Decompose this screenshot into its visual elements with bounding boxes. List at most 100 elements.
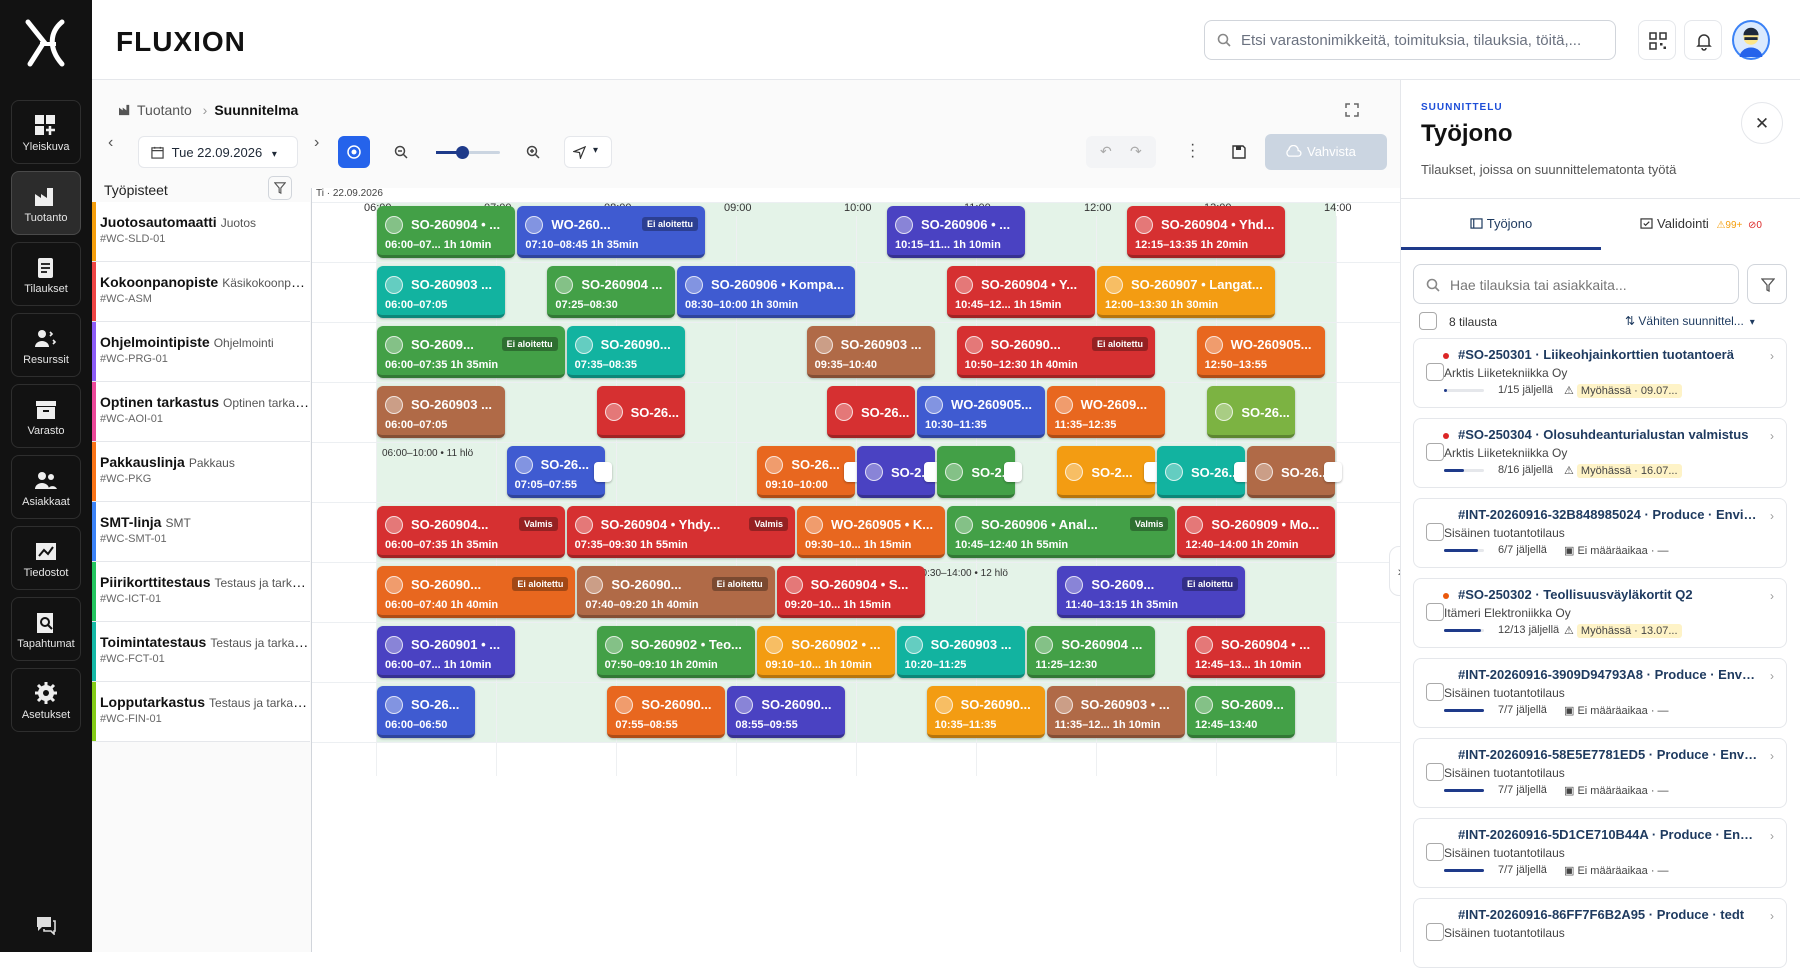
today-button[interactable] xyxy=(338,136,370,168)
order-checkbox[interactable] xyxy=(1426,923,1444,941)
global-search-input[interactable]: Etsi varastonimikkeitä, toimituksia, til… xyxy=(1204,20,1616,60)
schedule-block[interactable]: SO-260903 ... 06:00–07:05 xyxy=(377,386,505,438)
schedule-block[interactable]: SO-260904 • ... 12:45–13... 1h 10min xyxy=(1187,626,1326,678)
schedule-block[interactable]: SO-260904 • Y... 10:45–12... 1h 15min xyxy=(947,266,1095,318)
nav-item-yleiskuva[interactable]: Yleiskuva xyxy=(11,100,81,164)
order-checkbox[interactable] xyxy=(1426,363,1444,381)
schedule-block[interactable]: SO-260904 • ... 06:00–07... 1h 10min xyxy=(377,206,516,258)
schedule-block[interactable]: SO-260902 • Teo... 07:50–09:10 1h 20min xyxy=(596,626,756,678)
queue-filter-button[interactable] xyxy=(1747,264,1787,304)
schedule-block[interactable]: SO-26... 09:10–10:00 xyxy=(757,446,855,498)
schedule-block[interactable]: SO-26... 07:05–07:55 xyxy=(506,446,606,498)
schedule-block[interactable]: WO-260905... 10:30–11:35 xyxy=(917,386,1045,438)
confirm-button[interactable]: Vahvista xyxy=(1265,134,1387,170)
fullscreen-icon[interactable] xyxy=(1344,102,1360,118)
schedule-block[interactable]: SO-260902 • ... 09:10–10... 1h 10min xyxy=(757,626,895,678)
schedule-block[interactable]: WO-2609... 11:35–12:35 xyxy=(1046,386,1165,438)
schedule-block[interactable]: SO-260903 ... 06:00–07:05 xyxy=(377,266,505,318)
workcenter-row[interactable]: Optinen tarkastus Optinen tarkast... #WC-A… xyxy=(92,382,310,442)
schedule-block[interactable]: SO-260907 • Langat... 12:00–13:30 1h 30mi… xyxy=(1097,266,1275,318)
breadcrumb-parent[interactable]: Tuotanto xyxy=(137,102,192,118)
schedule-block[interactable]: SO-26... xyxy=(1157,446,1245,498)
schedule-block[interactable]: SO-260904 ... 07:25–08:30 xyxy=(547,266,675,318)
schedule-block[interactable]: SO-260906 • Kompa... 08:30–10:00 1h 30min xyxy=(677,266,855,318)
order-card[interactable]: #SO-250301 · Liikeohjainkorttien tuotant… xyxy=(1413,338,1787,408)
workcenter-filter-button[interactable] xyxy=(268,176,292,200)
schedule-block[interactable]: SO-260904 • Yhd... 12:15–13:35 1h 20min xyxy=(1127,206,1285,258)
order-checkbox[interactable] xyxy=(1426,763,1444,781)
order-card[interactable]: #INT-20260916-3909D94793A8 · Produce · E… xyxy=(1413,658,1787,728)
nav-item-tapahtumat[interactable]: Tapahtumat xyxy=(11,597,81,661)
next-day-button[interactable]: › xyxy=(314,134,319,152)
workcenter-row[interactable]: Piirikorttitestaus Testaus ja tarkas... #W… xyxy=(92,562,310,622)
chevron-right-icon[interactable]: › xyxy=(1770,829,1774,843)
qr-scan-button[interactable] xyxy=(1638,20,1676,60)
schedule-block[interactable]: SO-260904 • Yhdy... 07:35–09:30 1h 55min V… xyxy=(566,506,795,558)
workcenter-row[interactable]: Toimintatestaus Testaus ja tarkas... #WC-F… xyxy=(92,622,310,682)
schedule-block[interactable]: SO-260903 ... 10:20–11:25 xyxy=(896,626,1026,678)
close-panel-button[interactable]: ✕ xyxy=(1741,102,1783,144)
zoom-out-icon[interactable] xyxy=(394,145,408,159)
schedule-block[interactable]: SO-26090... 07:40–09:20 1h 40min Ei aloite… xyxy=(577,566,775,618)
date-picker[interactable]: Tue 22.09.2026 ▾ xyxy=(138,136,298,168)
schedule-block[interactable]: SO-26... xyxy=(596,386,685,438)
chat-icon[interactable] xyxy=(35,915,57,935)
schedule-block[interactable]: SO-2609... 12:45–13:40 xyxy=(1187,686,1296,738)
sort-dropdown[interactable]: ⇅ Vähiten suunnittel... ▾ xyxy=(1625,314,1755,328)
schedule-block[interactable]: SO-26... xyxy=(1247,446,1335,498)
workcenter-row[interactable]: SMT-linja SMT #WC-SMT-01 xyxy=(92,502,310,562)
schedule-block[interactable]: SO-26090... 10:50–12:30 1h 40min Ei aloite… xyxy=(956,326,1155,378)
select-all-checkbox[interactable] xyxy=(1419,312,1437,330)
schedule-block[interactable]: WO-260905 • K... 09:30–10... 1h 15min xyxy=(797,506,945,558)
schedule-block[interactable]: SO-2609... 11:40–13:15 1h 35min Ei aloitet… xyxy=(1057,566,1245,618)
tab-work-queue[interactable]: Työjono xyxy=(1401,198,1601,250)
order-checkbox[interactable] xyxy=(1426,843,1444,861)
workcenter-row[interactable]: Lopputarkastus Testaus ja tarkast... #WC-F… xyxy=(92,682,310,742)
order-card[interactable]: #INT-20260916-32B848985024 · Produce · E… xyxy=(1413,498,1787,568)
queue-search-input[interactable]: Hae tilauksia tai asiakkaita... xyxy=(1413,264,1739,304)
order-checkbox[interactable] xyxy=(1426,443,1444,461)
schedule-grid[interactable]: Ti · 22.09.2026 06:0007:0008:0009:0010:0… xyxy=(311,188,1401,952)
schedule-block[interactable]: SO-260909 • Mo... 12:40–14:00 1h 20min xyxy=(1177,506,1335,558)
more-options-icon[interactable]: · · · xyxy=(1190,137,1195,165)
tab-validation[interactable]: Validointi ⚠99+ ⊘0 xyxy=(1601,198,1800,250)
save-icon[interactable] xyxy=(1232,145,1246,159)
chevron-right-icon[interactable]: › xyxy=(1770,429,1774,443)
zoom-in-icon[interactable] xyxy=(526,145,540,159)
prev-day-button[interactable]: ‹ xyxy=(108,134,113,152)
chevron-right-icon[interactable]: › xyxy=(1770,589,1774,603)
zoom-slider-thumb[interactable] xyxy=(455,146,469,159)
schedule-block[interactable]: SO-26090... 06:00–07:40 1h 40min Ei aloite… xyxy=(377,566,576,618)
zoom-slider[interactable] xyxy=(436,146,500,159)
schedule-block[interactable]: SO-26... xyxy=(827,386,915,438)
workcenter-row[interactable]: Kokoonpanopiste Käsikokoonpano #WC-ASM xyxy=(92,262,310,322)
workcenter-row[interactable]: Juotosautomaatti Juotos #WC-SLD-01 xyxy=(92,202,310,262)
schedule-block[interactable]: SO-260906 • ... 10:15–11... 1h 10min xyxy=(887,206,1026,258)
schedule-block[interactable]: SO-260904 • S... 09:20–10... 1h 15min xyxy=(776,566,925,618)
nav-item-varasto[interactable]: Varasto xyxy=(11,384,81,448)
schedule-block[interactable]: SO-26090... 10:35–11:35 xyxy=(926,686,1045,738)
schedule-block[interactable]: SO-26090... 08:55–09:55 xyxy=(727,686,846,738)
order-checkbox[interactable] xyxy=(1426,603,1444,621)
undo-icon[interactable]: ↶ xyxy=(1100,143,1112,160)
order-card[interactable]: #SO-250302 · Teollisuusväyläkortit Q2 Itä… xyxy=(1413,578,1787,648)
schedule-block[interactable]: WO-260905... 12:50–13:55 xyxy=(1196,326,1326,378)
schedule-block[interactable]: SO-260904... 06:00–07:35 1h 35min Valmis xyxy=(377,506,565,558)
nav-item-tiedostot[interactable]: Tiedostot xyxy=(11,526,81,590)
workcenter-row[interactable]: Ohjelmointipiste Ohjelmointi #WC-PRG-01 xyxy=(92,322,310,382)
order-card[interactable]: #SO-250304 · Olosuhdeanturialustan valmi… xyxy=(1413,418,1787,488)
schedule-block[interactable]: SO-260903 • ... 11:35–12... 1h 10min xyxy=(1046,686,1185,738)
order-card[interactable]: #INT-20260916-58E5E7781ED5 · Produce · E… xyxy=(1413,738,1787,808)
user-avatar[interactable] xyxy=(1732,20,1770,60)
schedule-block[interactable]: SO-2... xyxy=(1057,446,1155,498)
flag-icon[interactable] xyxy=(1324,462,1342,482)
schedule-block[interactable]: SO-2609... 06:00–07:35 1h 35min Ei aloitet… xyxy=(377,326,565,378)
redo-icon[interactable]: ↷ xyxy=(1130,143,1142,160)
schedule-block[interactable]: SO-260903 ... 09:35–10:40 xyxy=(806,326,936,378)
nav-item-asiakkaat[interactable]: Asiakkaat xyxy=(11,455,81,519)
chevron-right-icon[interactable]: › xyxy=(1770,509,1774,523)
chevron-right-icon[interactable]: › xyxy=(1770,349,1774,363)
order-card[interactable]: #INT-20260916-5D1CE710B44A · Produce · E… xyxy=(1413,818,1787,888)
chevron-right-icon[interactable]: › xyxy=(1770,669,1774,683)
schedule-block[interactable]: SO-260906 • Anal... 10:45–12:40 1h 55min V… xyxy=(947,506,1176,558)
